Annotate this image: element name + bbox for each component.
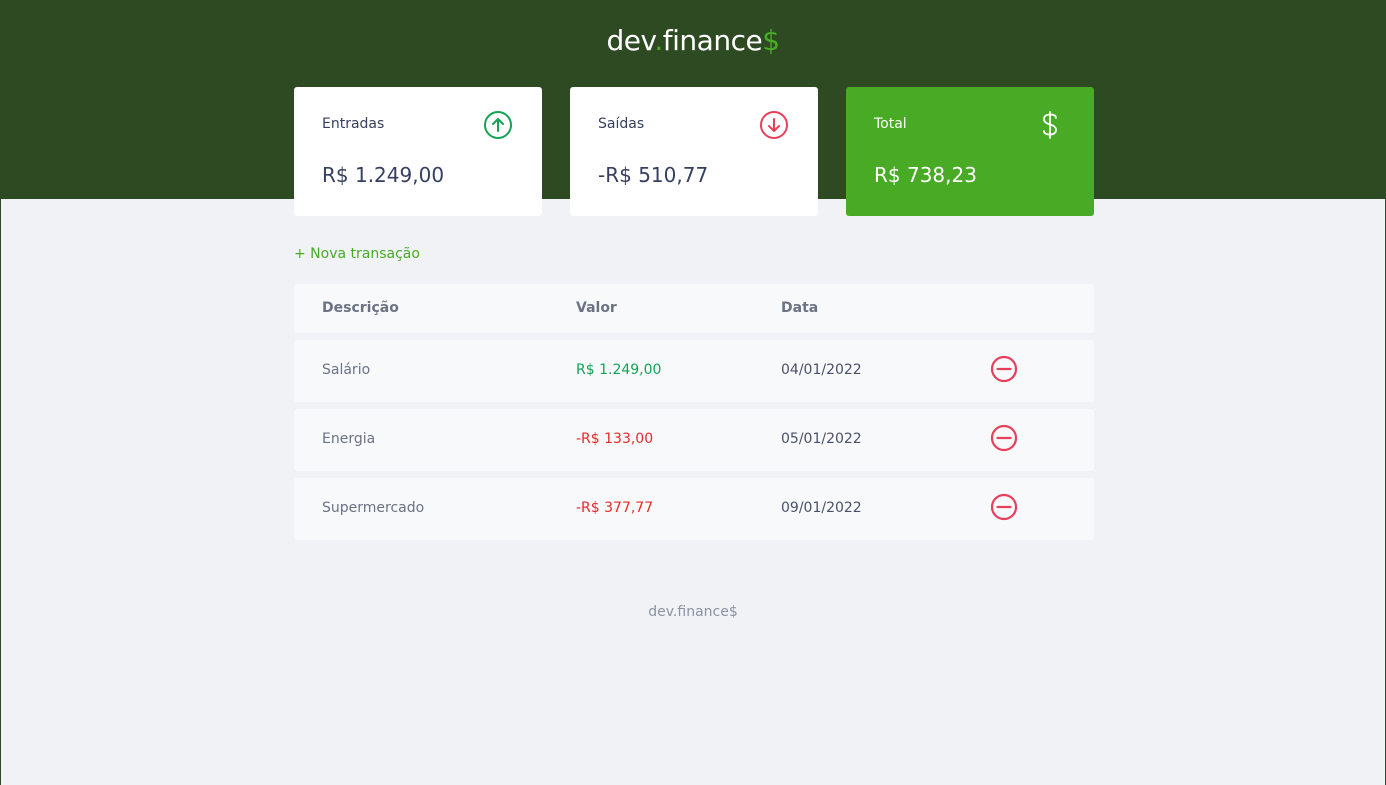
transaction-description: Energia [322, 431, 376, 447]
transaction-date: 09/01/2022 [781, 500, 862, 516]
total-label: Total [874, 116, 907, 132]
income-value: R$ 1.249,00 [322, 163, 445, 187]
transaction-description: Supermercado [322, 500, 425, 516]
dollar-icon [1043, 111, 1057, 139]
new-transaction-button[interactable]: + Nova transação [294, 246, 420, 262]
arrow-up-circle-icon [484, 111, 512, 139]
income-label: Entradas [322, 116, 385, 132]
table-row: Supermercado -R$ 377,77 09/01/2022 [294, 478, 1094, 540]
header-description: Descrição [322, 300, 399, 316]
transaction-date: 05/01/2022 [781, 431, 862, 447]
app-logo: dev.finance$ [606, 24, 780, 57]
transaction-amount: -R$ 377,77 [576, 500, 654, 516]
expense-value: -R$ 510,77 [598, 163, 709, 187]
expense-card: Saídas -R$ 510,77 [570, 87, 818, 216]
income-card: Entradas R$ 1.249,00 [294, 87, 542, 216]
header-date: Data [781, 300, 819, 316]
transaction-amount: R$ 1.249,00 [576, 362, 662, 378]
transaction-date: 04/01/2022 [781, 362, 862, 378]
table-row: Salário R$ 1.249,00 04/01/2022 [294, 340, 1094, 402]
table-header: Descrição Valor Data [294, 284, 1094, 333]
header-amount: Valor [576, 300, 617, 316]
transaction-amount: -R$ 133,00 [576, 431, 654, 447]
transaction-description: Salário [322, 362, 371, 378]
remove-transaction-icon[interactable] [989, 354, 1019, 384]
remove-transaction-icon[interactable] [989, 492, 1019, 522]
table-row: Energia -R$ 133,00 05/01/2022 [294, 409, 1094, 471]
total-card: Total R$ 738,23 [846, 87, 1094, 216]
total-value: R$ 738,23 [874, 163, 977, 187]
footer-text: dev.finance$ [648, 604, 738, 620]
expense-label: Saídas [598, 116, 645, 132]
arrow-down-circle-icon [760, 111, 788, 139]
remove-transaction-icon[interactable] [989, 423, 1019, 453]
